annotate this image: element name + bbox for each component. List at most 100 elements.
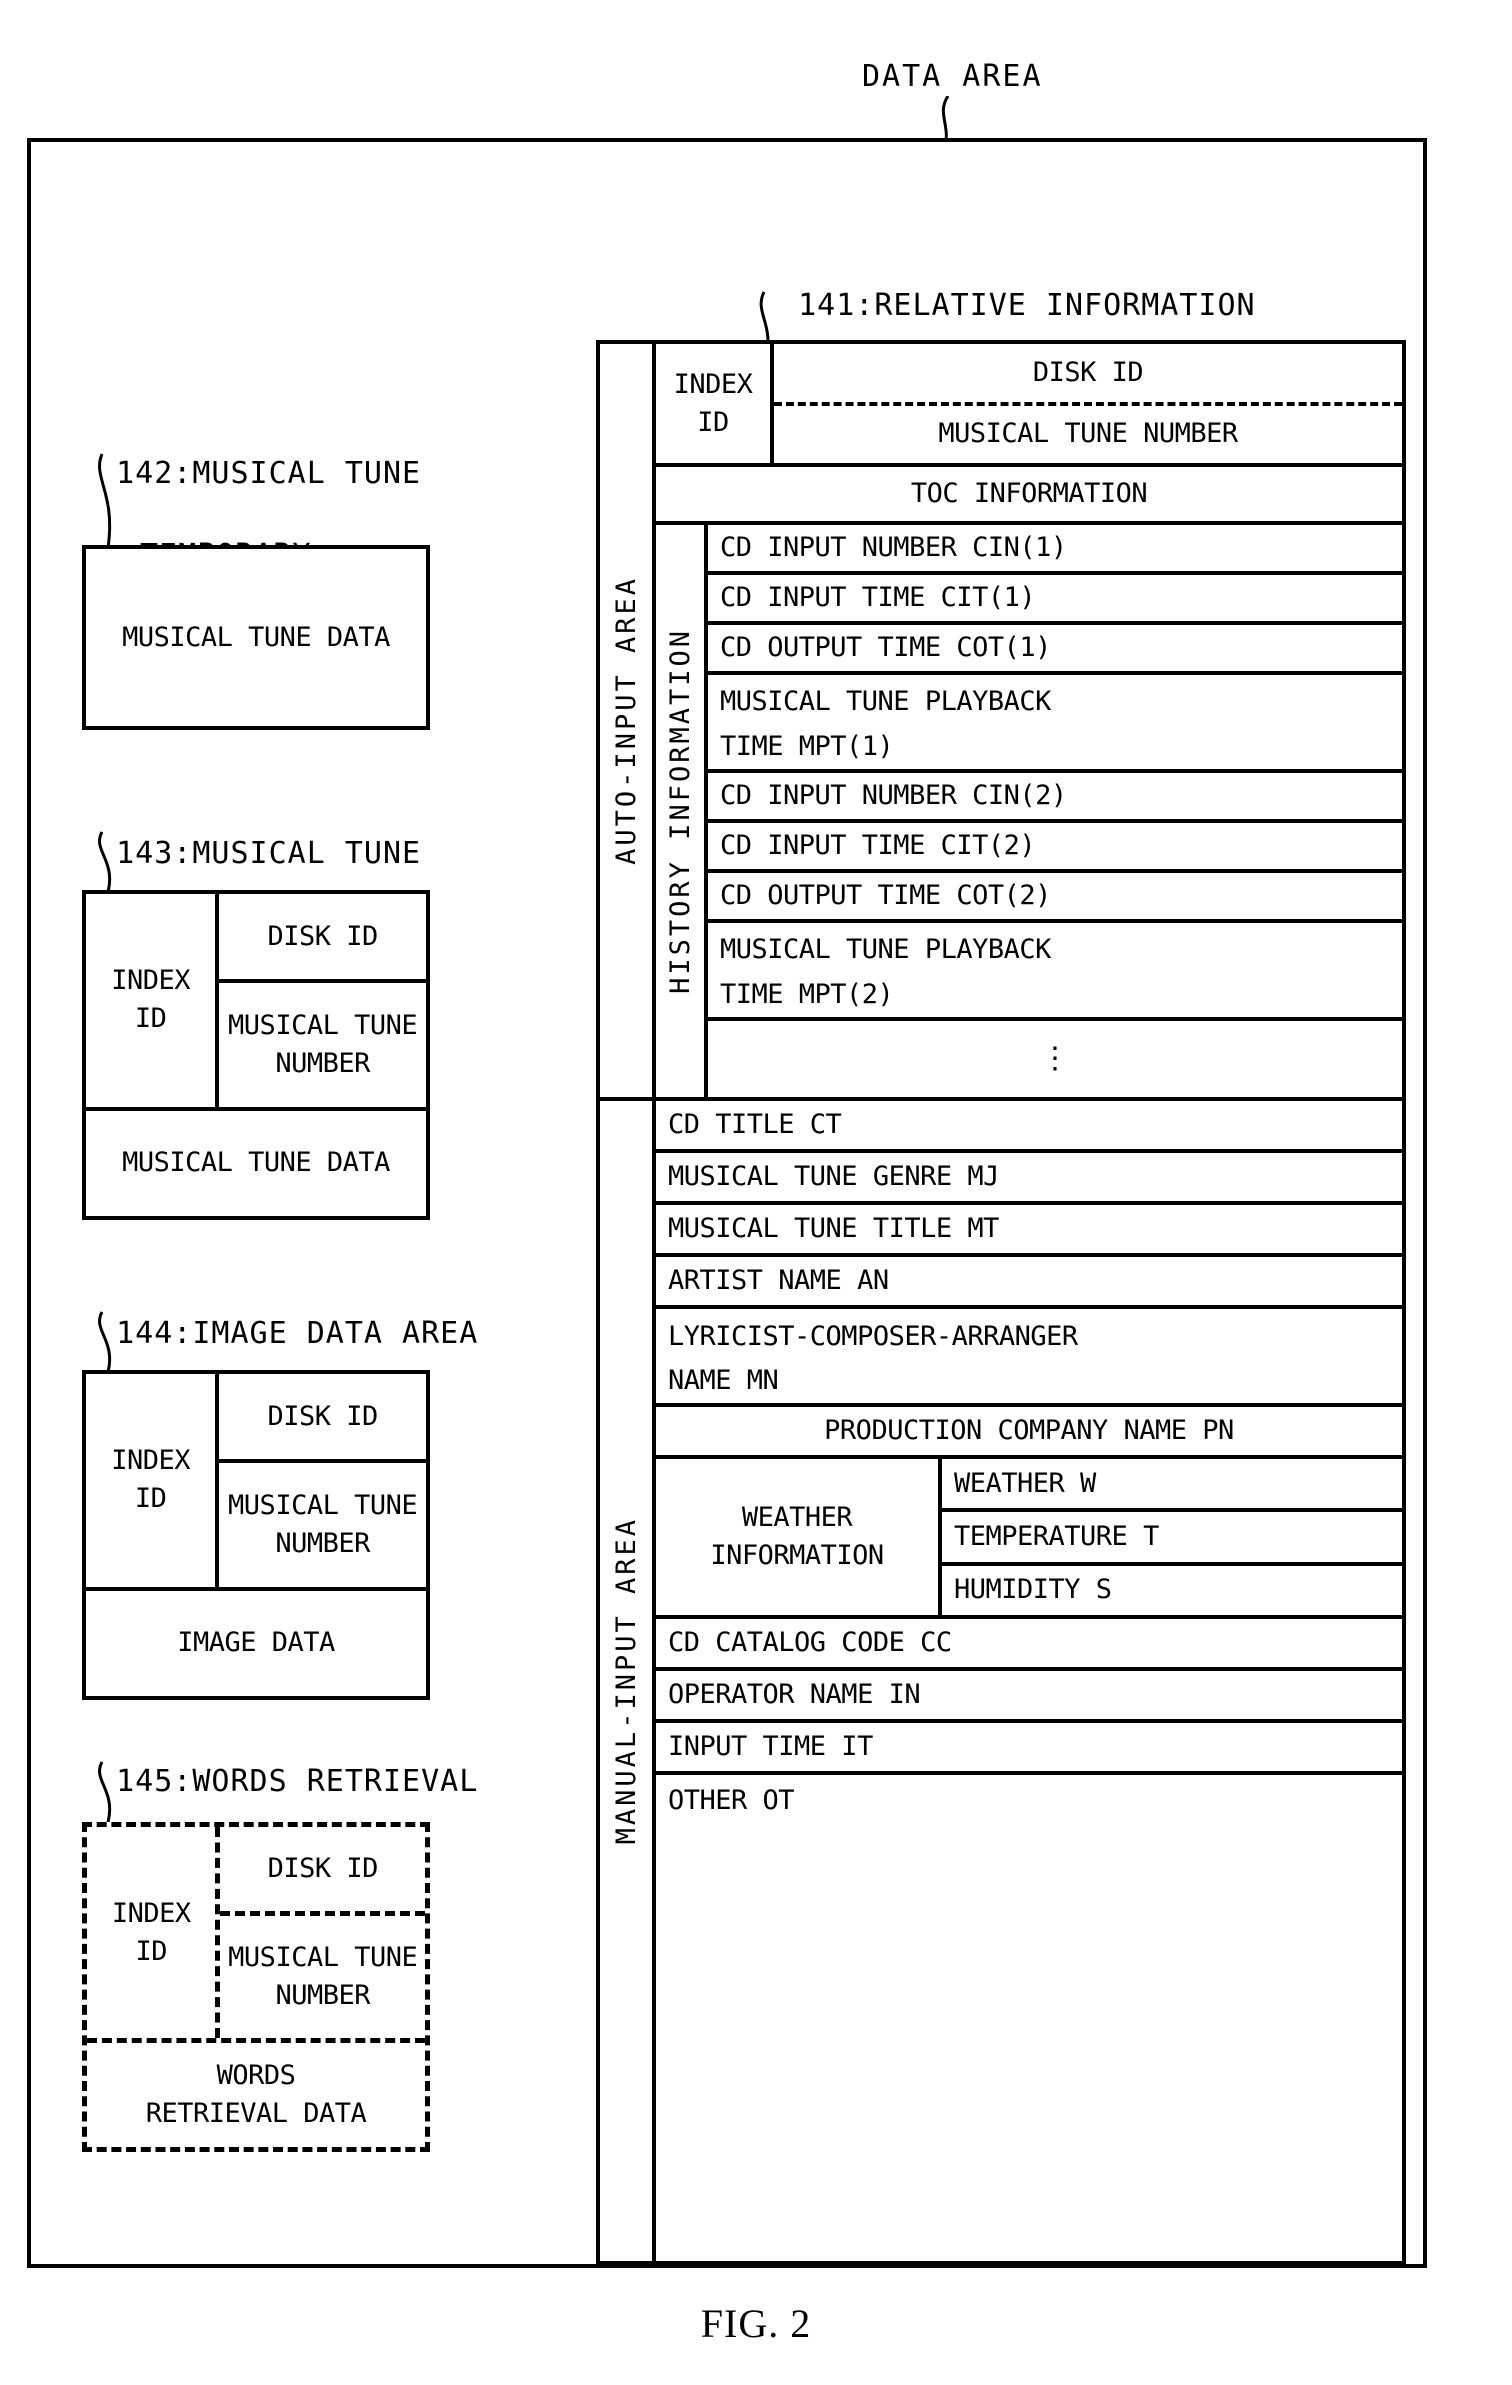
tune-number-line1: MUSICAL TUNE xyxy=(228,1009,418,1041)
auto-input-area-vertical-label-cell: AUTO-INPUT AREA xyxy=(600,344,656,1097)
index-id-line1: INDEX xyxy=(673,368,753,400)
lyricist-composer-arranger-text: LYRICIST-COMPOSER-ARRANGER NAME MN xyxy=(668,1321,1078,1396)
words-retrieval-leader-line xyxy=(98,1761,112,1823)
history-row: CD INPUT NUMBER CIN(2) xyxy=(708,773,1402,823)
manual-row-text: OTHER OT xyxy=(668,1785,795,1816)
temperature-field-text: TEMPERATURE T xyxy=(954,1520,1159,1552)
history-row-text: CD INPUT TIME CIT(2) xyxy=(720,830,1036,861)
lyricist-composer-arranger-row: LYRICIST-COMPOSER-ARRANGER NAME MN xyxy=(656,1309,1402,1407)
image-data-index-id-cell: INDEX ID xyxy=(86,1374,220,1587)
musical-tune-temporary-storage-box: MUSICAL TUNE DATA xyxy=(82,545,430,730)
weather-information-row: WEATHER INFORMATION WEATHER W TEMPERATUR… xyxy=(656,1459,1402,1619)
history-row: CD INPUT TIME CIT(2) xyxy=(708,823,1402,873)
words-retrieval-tune-number-cell: MUSICAL TUNE NUMBER xyxy=(220,1916,425,2038)
musical-tune-data-index-id-cell: INDEX ID xyxy=(86,894,220,1107)
tune-number-line2: NUMBER xyxy=(275,1047,370,1079)
musical-tune-data-tune-number-cell: MUSICAL TUNE NUMBER xyxy=(219,983,426,1107)
words-retrieval-disk-id-cell: DISK ID xyxy=(220,1827,425,1917)
data-area-label: DATA AREA xyxy=(862,59,1043,94)
weather-field-text: WEATHER W xyxy=(954,1467,1096,1499)
temperature-field-row: TEMPERATURE T xyxy=(942,1512,1402,1566)
disk-id-text: DISK ID xyxy=(267,1400,378,1432)
words-retrieval-label-line1: 145:WORDS RETRIEVAL xyxy=(116,1764,479,1799)
relative-information-retrieval-database-table: AUTO-INPUT AREA INDEX ID DISK ID MUSICAL… xyxy=(596,340,1406,2265)
history-information-label: HISTORY INFORMATION xyxy=(664,628,696,994)
manual-row-text: OPERATOR NAME IN xyxy=(668,1679,921,1710)
disk-id-text: DISK ID xyxy=(267,920,378,952)
musical-tune-data-payload-cell: MUSICAL TUNE DATA xyxy=(86,1106,426,1216)
auto-input-area-section: AUTO-INPUT AREA INDEX ID DISK ID MUSICAL… xyxy=(600,344,1402,1101)
words-retrieval-data-box: INDEX ID DISK ID MUSICAL TUNE NUMBER WOR… xyxy=(82,1822,430,2152)
image-data-payload-cell: IMAGE DATA xyxy=(86,1586,426,1696)
history-information-vertical-label-cell: HISTORY INFORMATION xyxy=(656,525,708,1097)
image-data-label-line1: 144:IMAGE DATA AREA xyxy=(116,1316,479,1351)
manual-row: OPERATOR NAME IN xyxy=(656,1671,1402,1723)
tune-number-line2: NUMBER xyxy=(275,1527,370,1559)
manual-row: CD TITLE CT xyxy=(656,1101,1402,1153)
history-row-text: CD INPUT TIME CIT(1) xyxy=(720,582,1036,613)
disk-id-text: DISK ID xyxy=(267,1853,379,1885)
index-id-line2: ID xyxy=(697,406,729,438)
weather-label-line2: INFORMATION xyxy=(710,1540,884,1571)
history-continuation-row: ⋮ xyxy=(708,1021,1402,1097)
figure-caption: FIG. 2 xyxy=(700,2301,812,2346)
manual-row-text: MUSICAL TUNE TITLE MT xyxy=(668,1213,999,1244)
words-retrieval-payload-line1: WORDS xyxy=(216,2060,296,2092)
history-row-text: MUSICAL TUNE PLAYBACK TIME MPT(1) xyxy=(720,686,1051,762)
manual-input-area-section: MANUAL-INPUT AREA CD TITLE CT MUSICAL TU… xyxy=(600,1101,1402,2261)
musical-tune-data-leader-line xyxy=(98,831,112,893)
humidity-field-text: HUMIDITY S xyxy=(954,1574,1112,1606)
words-retrieval-payload-line2: RETRIEVAL DATA xyxy=(145,2098,367,2130)
manual-row: OTHER OT xyxy=(656,1775,1402,1827)
auto-input-disk-id-cell: DISK ID xyxy=(774,344,1402,406)
database-label-line1: 141:RELATIVE INFORMATION xyxy=(798,288,1256,323)
tune-number-line1: MUSICAL TUNE xyxy=(228,1942,418,1974)
history-row: CD OUTPUT TIME COT(2) xyxy=(708,873,1402,923)
production-company-text: PRODUCTION COMPANY NAME PN xyxy=(824,1415,1234,1446)
humidity-field-row: HUMIDITY S xyxy=(942,1566,1402,1615)
musical-tune-data-disk-id-cell: DISK ID xyxy=(219,894,426,983)
index-id-line2: ID xyxy=(135,1935,167,1967)
manual-input-area-label: MANUAL-INPUT AREA xyxy=(610,1517,642,1845)
temporary-storage-leader-line xyxy=(98,453,112,549)
image-data-disk-id-cell: DISK ID xyxy=(219,1374,426,1463)
manual-row: MUSICAL TUNE TITLE MT xyxy=(656,1205,1402,1257)
auto-input-header-row: INDEX ID DISK ID MUSICAL TUNE NUMBER xyxy=(656,344,1402,467)
manual-input-area-vertical-label-cell: MANUAL-INPUT AREA xyxy=(600,1101,656,2261)
disk-id-text: DISK ID xyxy=(1032,356,1144,388)
image-data-leader-line xyxy=(98,1311,112,1373)
index-id-line1: INDEX xyxy=(111,1445,190,1477)
tune-number-line2: NUMBER xyxy=(275,1980,370,2012)
production-company-row: PRODUCTION COMPANY NAME PN xyxy=(656,1407,1402,1459)
musical-tune-data-box: INDEX ID DISK ID MUSICAL TUNE NUMBER MUS… xyxy=(82,890,430,1220)
history-row: CD INPUT TIME CIT(1) xyxy=(708,575,1402,625)
manual-row-text: CD TITLE CT xyxy=(668,1109,842,1140)
history-row: MUSICAL TUNE PLAYBACK TIME MPT(2) xyxy=(708,923,1402,1021)
history-row-text: CD OUTPUT TIME COT(1) xyxy=(720,632,1051,663)
auto-input-area-label: AUTO-INPUT AREA xyxy=(610,576,642,865)
weather-field-row: WEATHER W xyxy=(942,1459,1402,1513)
vertical-ellipsis-icon: ⋮ xyxy=(1040,1041,1070,1076)
musical-tune-number-text: MUSICAL TUNE NUMBER xyxy=(938,418,1238,450)
musical-tune-data-payload-text: MUSICAL TUNE DATA xyxy=(122,1147,390,1179)
history-row: CD INPUT NUMBER CIN(1) xyxy=(708,525,1402,575)
manual-row: CD CATALOG CODE CC xyxy=(656,1619,1402,1671)
manual-row-text: ARTIST NAME AN xyxy=(668,1265,889,1296)
words-retrieval-payload-cell: WORDS RETRIEVAL DATA xyxy=(87,2038,425,2147)
manual-row-text: INPUT TIME IT xyxy=(668,1731,873,1762)
toc-information-row: TOC INFORMATION xyxy=(656,467,1402,525)
weather-information-label-cell: WEATHER INFORMATION xyxy=(656,1459,942,1615)
auto-input-musical-tune-number-cell: MUSICAL TUNE NUMBER xyxy=(774,406,1402,464)
history-row-text: CD OUTPUT TIME COT(2) xyxy=(720,880,1051,911)
manual-row-text: CD CATALOG CODE CC xyxy=(668,1627,952,1658)
index-id-line1: INDEX xyxy=(111,1897,191,1929)
image-data-payload-text: IMAGE DATA xyxy=(177,1627,335,1659)
manual-row-text: MUSICAL TUNE GENRE MJ xyxy=(668,1161,999,1192)
index-id-line2: ID xyxy=(134,1483,167,1515)
history-row-text: MUSICAL TUNE PLAYBACK TIME MPT(2) xyxy=(720,934,1051,1010)
image-data-box: INDEX ID DISK ID MUSICAL TUNE NUMBER IMA… xyxy=(82,1370,430,1700)
temporary-storage-cell-text: MUSICAL TUNE DATA xyxy=(122,621,390,653)
history-row-text: CD INPUT NUMBER CIN(1) xyxy=(720,532,1067,563)
manual-row: INPUT TIME IT xyxy=(656,1723,1402,1775)
auto-input-index-id-cell: INDEX ID xyxy=(656,344,774,463)
